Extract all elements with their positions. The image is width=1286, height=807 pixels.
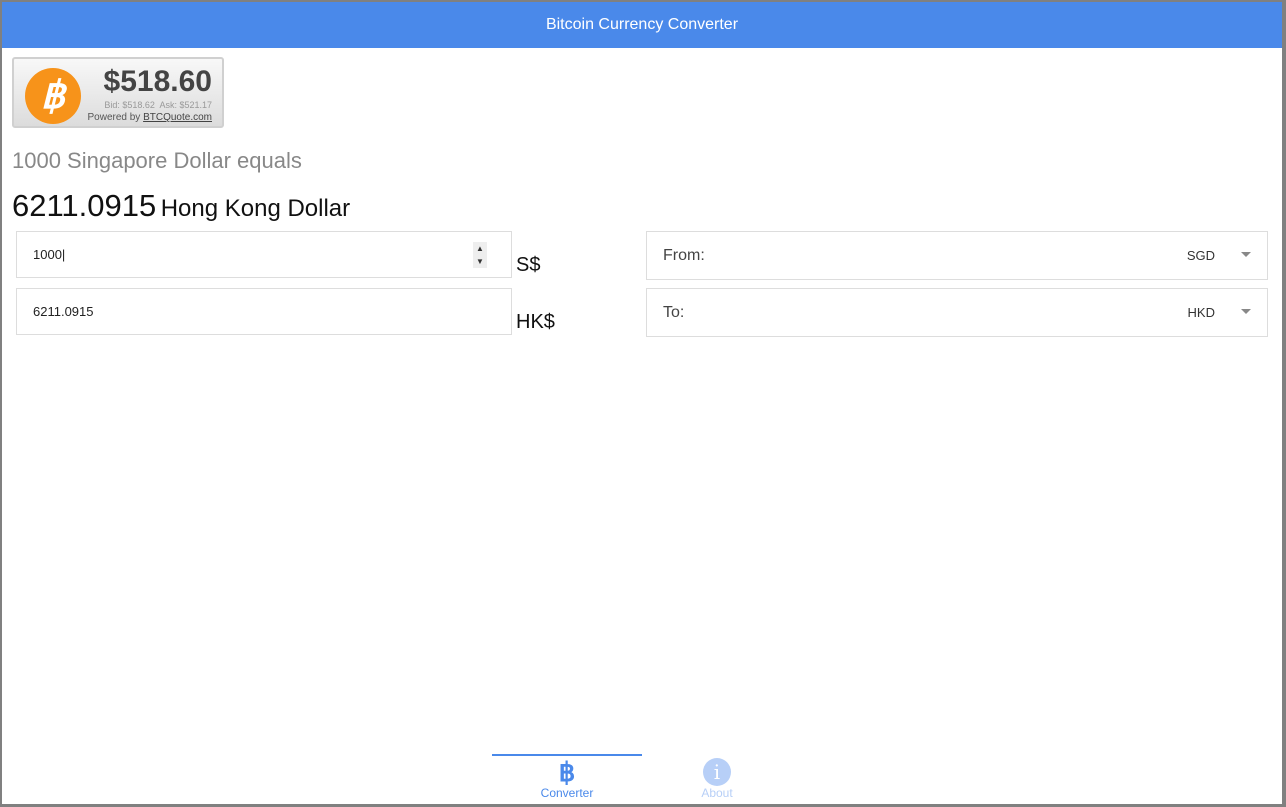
chevron-down-icon bbox=[1241, 252, 1251, 257]
to-symbol: HK$ bbox=[516, 311, 555, 333]
from-currency-select[interactable]: From: SGD bbox=[646, 231, 1268, 280]
ask: Ask: $521.17 bbox=[159, 100, 212, 110]
tab-label: Converter bbox=[540, 786, 594, 800]
conversion-result: 6211.0915 Hong Kong Dollar bbox=[12, 188, 350, 224]
powered-label: Powered by bbox=[87, 112, 141, 123]
from-code: SGD bbox=[1186, 248, 1215, 263]
to-currency-select[interactable]: To: HKD bbox=[646, 288, 1268, 337]
result-amount: 6211.0915 bbox=[12, 188, 157, 223]
result-currency: Hong Kong Dollar bbox=[160, 195, 351, 222]
from-label: From: bbox=[663, 247, 705, 264]
title-bar: Bitcoin Currency Converter bbox=[2, 2, 1282, 48]
powered-by: Powered by BTCQuote.com bbox=[87, 112, 212, 123]
tab-converter[interactable]: ฿ Converter bbox=[492, 754, 642, 804]
from-amount-input[interactable]: 1000| ▲ ▼ bbox=[16, 231, 512, 278]
bid-ask: Bid: $518.62 Ask: $521.17 bbox=[104, 100, 212, 110]
to-code: HKD bbox=[1187, 305, 1215, 320]
tab-label: About bbox=[701, 786, 733, 800]
btc-price: $518.60 bbox=[103, 65, 212, 98]
bitcoin-icon: ฿ bbox=[558, 757, 576, 787]
btcquote-link[interactable]: BTCQuote.com bbox=[143, 112, 212, 123]
conversion-summary: 1000 Singapore Dollar equals bbox=[12, 148, 302, 173]
tab-about[interactable]: i About bbox=[642, 754, 792, 804]
app-window: Bitcoin Currency Converter ฿ $518.60 Bid… bbox=[2, 2, 1282, 804]
bitcoin-logo-icon: ฿ bbox=[25, 68, 81, 124]
from-symbol: S$ bbox=[516, 254, 541, 276]
to-amount-input[interactable]: 6211.0915 bbox=[16, 288, 512, 335]
btc-quote-widget: ฿ $518.60 Bid: $518.62 Ask: $521.17 Powe… bbox=[12, 57, 224, 128]
info-icon: i bbox=[703, 758, 731, 786]
from-amount-value: 1000 bbox=[33, 247, 62, 262]
chevron-down-icon bbox=[1241, 309, 1251, 314]
bid: Bid: $518.62 bbox=[104, 100, 155, 110]
number-spinner[interactable]: ▲ ▼ bbox=[473, 242, 487, 268]
to-label: To: bbox=[663, 304, 685, 321]
to-amount-value: 6211.0915 bbox=[33, 304, 94, 319]
